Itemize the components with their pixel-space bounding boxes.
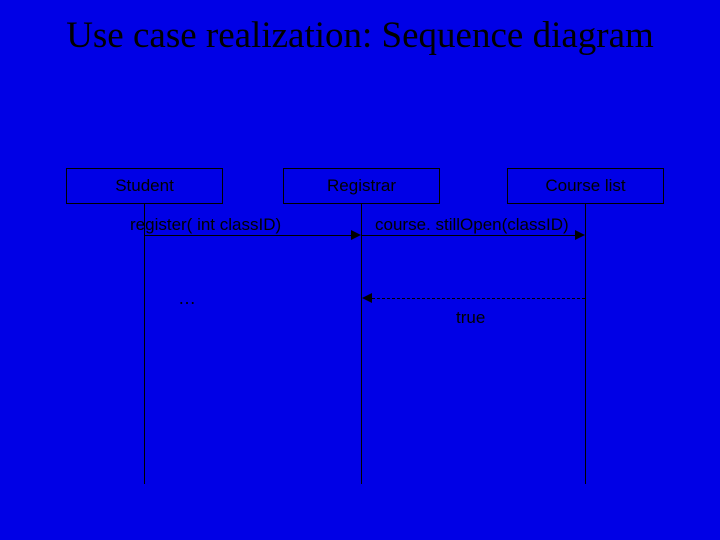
message-register-arrow bbox=[145, 235, 351, 236]
message-return-arrowhead bbox=[362, 293, 372, 303]
lifeline-courselist bbox=[585, 204, 586, 484]
message-stillopen-arrow bbox=[362, 235, 575, 236]
participant-registrar: Registrar bbox=[283, 168, 440, 204]
participant-courselist: Course list bbox=[507, 168, 664, 204]
lifeline-registrar bbox=[361, 204, 362, 484]
message-return-label: true bbox=[456, 308, 485, 328]
message-register-arrowhead bbox=[351, 230, 361, 240]
slide-title: Use case realization: Sequence diagram bbox=[0, 14, 720, 58]
message-ellipsis: … bbox=[178, 288, 196, 309]
message-stillopen-arrowhead bbox=[575, 230, 585, 240]
message-register-label: register( int classID) bbox=[130, 215, 281, 235]
message-return-arrow bbox=[372, 298, 585, 299]
participant-student: Student bbox=[66, 168, 223, 204]
message-stillopen-label: course. stillOpen(classID) bbox=[375, 215, 569, 235]
lifeline-student bbox=[144, 204, 145, 484]
